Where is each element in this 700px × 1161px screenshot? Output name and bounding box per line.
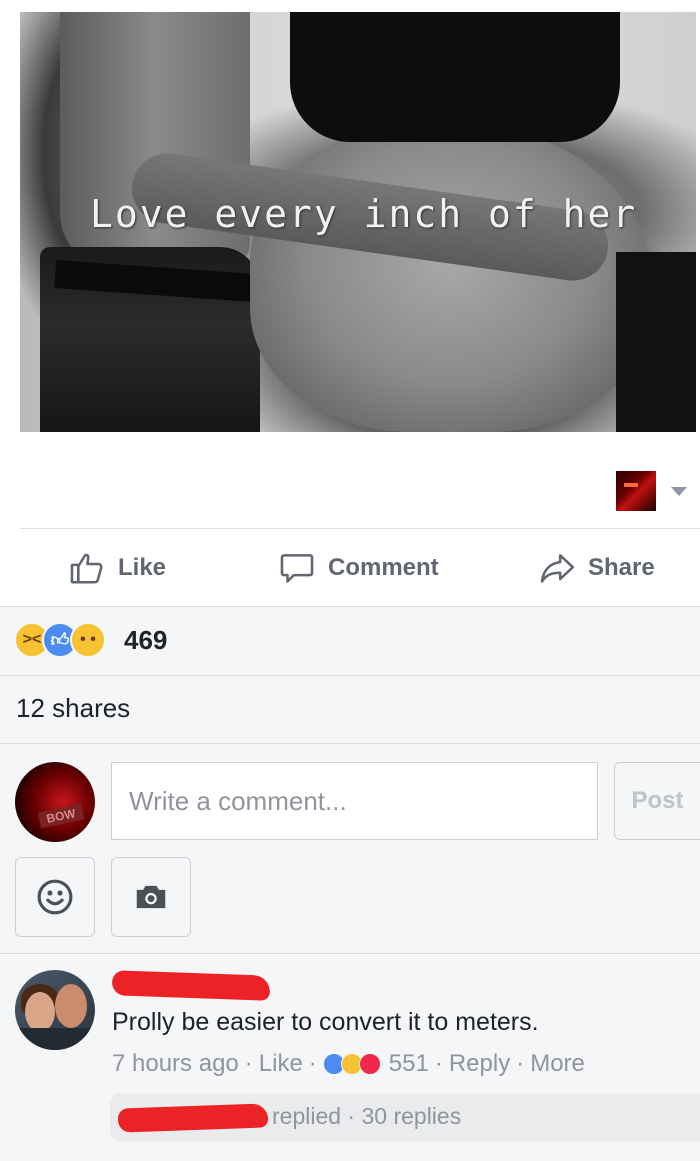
avatar-shirt: [15, 1028, 95, 1050]
emoji-icon: [37, 879, 73, 915]
shares-count[interactable]: 12 shares: [16, 693, 130, 724]
divider: [20, 528, 700, 529]
commenter-avatar[interactable]: [15, 970, 95, 1050]
avatar-face: [55, 984, 87, 1028]
divider: [0, 743, 700, 744]
comment-input[interactable]: Write a comment...: [111, 762, 598, 840]
page-avatar-thumbnail[interactable]: [616, 471, 656, 511]
camera-icon: [136, 885, 166, 909]
divider: [0, 675, 700, 676]
image-shadow: [616, 252, 696, 432]
comment-meta: 7 hours ago · Like · 551 · Reply · More: [112, 1050, 585, 1078]
sad-reaction-icon: • •: [70, 622, 106, 658]
divider: [0, 953, 700, 954]
post-image[interactable]: Love every inch of her: [20, 12, 696, 432]
reply-link[interactable]: Reply: [449, 1050, 510, 1078]
speech-bubble-icon: [280, 554, 314, 583]
separator-dot: ·: [308, 1050, 317, 1077]
comment-label: Comment: [328, 554, 439, 581]
emoji-button[interactable]: [15, 857, 95, 937]
comment-like-link[interactable]: Like: [259, 1050, 303, 1078]
separator-dot: ·: [434, 1050, 443, 1077]
reaction-summary[interactable]: >< 👍︎ • • 469: [14, 620, 167, 660]
comment-reaction-count[interactable]: 551: [389, 1050, 429, 1078]
like-button[interactable]: Like: [68, 546, 166, 590]
comment-reaction-icons[interactable]: [322, 1053, 381, 1075]
share-label: Share: [588, 554, 655, 581]
chevron-down-icon[interactable]: [671, 487, 687, 496]
share-button[interactable]: Share: [538, 546, 655, 590]
comment-button[interactable]: Comment: [278, 546, 439, 590]
photo-button[interactable]: [111, 857, 191, 937]
thumbs-up-icon: [70, 553, 103, 584]
separator-dot: ·: [516, 1050, 525, 1077]
love-reaction-icon: [358, 1053, 381, 1075]
reaction-count: 469: [124, 624, 168, 655]
comment-timestamp[interactable]: 7 hours ago: [112, 1050, 239, 1078]
image-caption: Love every inch of her: [90, 192, 638, 236]
more-link[interactable]: More: [530, 1050, 585, 1078]
image-bra: [290, 12, 620, 142]
avatar[interactable]: BOW: [15, 762, 95, 842]
share-arrow-icon: [540, 554, 575, 583]
post-action-bar: Like Comment Share: [0, 530, 700, 606]
avatar-face: [25, 992, 55, 1032]
separator-dot: ·: [244, 1050, 253, 1077]
post-button[interactable]: Post: [614, 762, 700, 840]
image-belly: [250, 122, 650, 432]
like-label: Like: [118, 554, 167, 581]
comment-text: Prolly be easier to convert it to meters…: [112, 1008, 539, 1036]
replies-text[interactable]: replied · 30 replies: [272, 1103, 461, 1130]
